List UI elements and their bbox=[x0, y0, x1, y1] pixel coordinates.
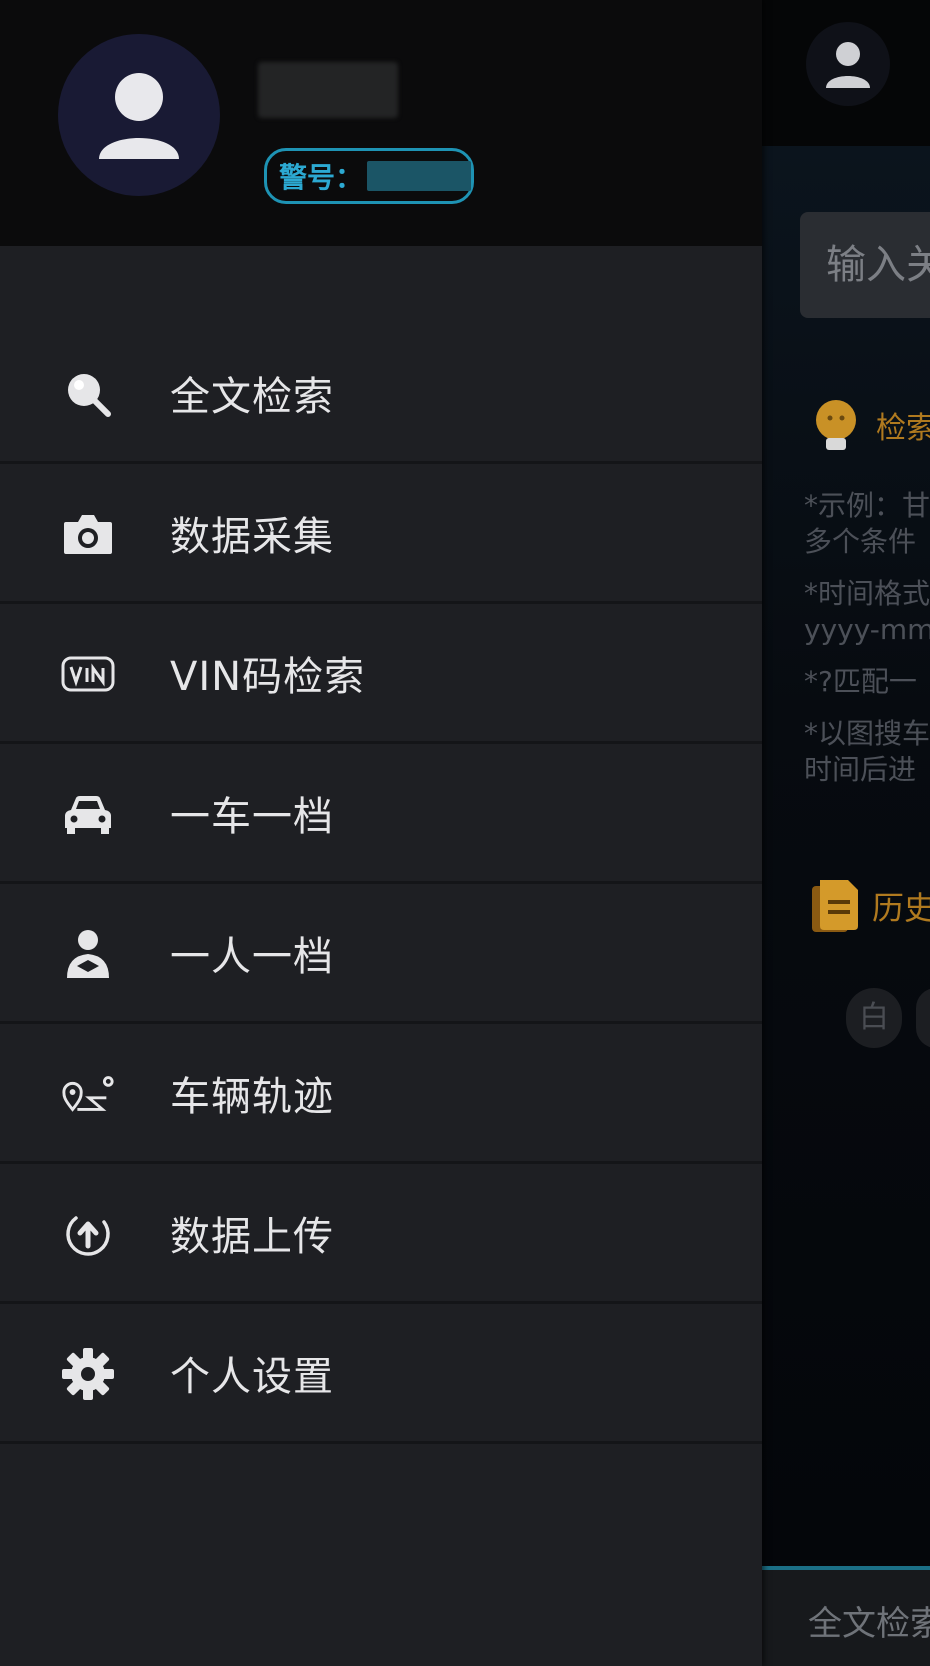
bottom-tab-label[interactable]: 全文检索 bbox=[808, 1596, 930, 1645]
menu-item-personal-settings[interactable]: 个人设置 bbox=[0, 1304, 762, 1444]
avatar[interactable] bbox=[58, 34, 220, 196]
badge-value-redacted bbox=[367, 161, 471, 191]
tip-line: *以图搜车 bbox=[804, 717, 930, 750]
menu-item-label: 个人设置 bbox=[170, 1353, 334, 1400]
gear-icon bbox=[60, 1348, 116, 1400]
menu-item-full-text-search[interactable]: 全文检索 bbox=[0, 324, 762, 464]
drawer-header: 警号： bbox=[0, 0, 762, 246]
navigation-drawer: 警号： 全文检索 数据采集 VIN码检索 一车一档 一人一档 车辆轨迹 数据上传… bbox=[0, 0, 762, 1666]
history-chip[interactable]: 白 bbox=[846, 988, 902, 1048]
user-icon bbox=[99, 73, 179, 159]
menu-item-label: 一车一档 bbox=[170, 793, 334, 840]
vin-icon bbox=[60, 648, 116, 700]
car-icon bbox=[60, 788, 116, 840]
badge-label: 警号： bbox=[279, 161, 364, 194]
menu-item-vehicle-file[interactable]: 一车一档 bbox=[0, 744, 762, 884]
menu-item-data-upload[interactable]: 数据上传 bbox=[0, 1164, 762, 1304]
menu-item-label: 全文检索 bbox=[170, 373, 334, 420]
history-header: 历史 bbox=[810, 876, 930, 936]
user-icon bbox=[826, 42, 870, 88]
drawer-menu: 全文检索 数据采集 VIN码检索 一车一档 一人一档 车辆轨迹 数据上传 个人设… bbox=[0, 324, 762, 1444]
person-icon bbox=[60, 928, 116, 980]
tip-line: *示例：甘 bbox=[804, 489, 930, 522]
tip-line: 多个条件 bbox=[804, 525, 917, 558]
search-icon bbox=[60, 368, 116, 420]
tip-line: *时间格式 bbox=[804, 577, 930, 610]
history-title: 历史 bbox=[872, 889, 930, 927]
menu-item-person-file[interactable]: 一人一档 bbox=[0, 884, 762, 1024]
menu-item-vin-search[interactable]: VIN码检索 bbox=[0, 604, 762, 744]
menu-item-vehicle-track[interactable]: 车辆轨迹 bbox=[0, 1024, 762, 1164]
menu-item-label: 数据上传 bbox=[170, 1213, 334, 1260]
menu-item-label: 数据采集 bbox=[170, 513, 334, 560]
background-content bbox=[762, 146, 930, 1566]
upload-icon bbox=[60, 1208, 116, 1260]
lightbulb-icon bbox=[816, 400, 856, 450]
tip-line: 时间后进 bbox=[804, 753, 917, 786]
camera-icon bbox=[60, 508, 116, 560]
tips-header: 检索 bbox=[810, 396, 930, 454]
background-avatar[interactable] bbox=[806, 22, 890, 106]
menu-item-label: 一人一档 bbox=[170, 933, 334, 980]
route-icon bbox=[60, 1068, 116, 1120]
tips-title: 检索 bbox=[876, 411, 930, 446]
tip-line: *?匹配一 bbox=[804, 665, 917, 698]
tip-line: yyyy-mm bbox=[804, 613, 930, 646]
background-search-input[interactable]: 输入关 bbox=[800, 212, 930, 318]
menu-item-data-collection[interactable]: 数据采集 bbox=[0, 464, 762, 604]
menu-item-label: 车辆轨迹 bbox=[170, 1073, 334, 1120]
menu-item-label: VIN码检索 bbox=[170, 653, 366, 700]
police-number-badge: 警号： bbox=[264, 148, 474, 204]
user-name-redacted bbox=[258, 62, 398, 118]
document-icon bbox=[812, 880, 858, 932]
screen: 输入关 检索 *示例：甘 多个条件 *时间格式 yyyy-mm *?匹配一 *以… bbox=[0, 0, 930, 1666]
